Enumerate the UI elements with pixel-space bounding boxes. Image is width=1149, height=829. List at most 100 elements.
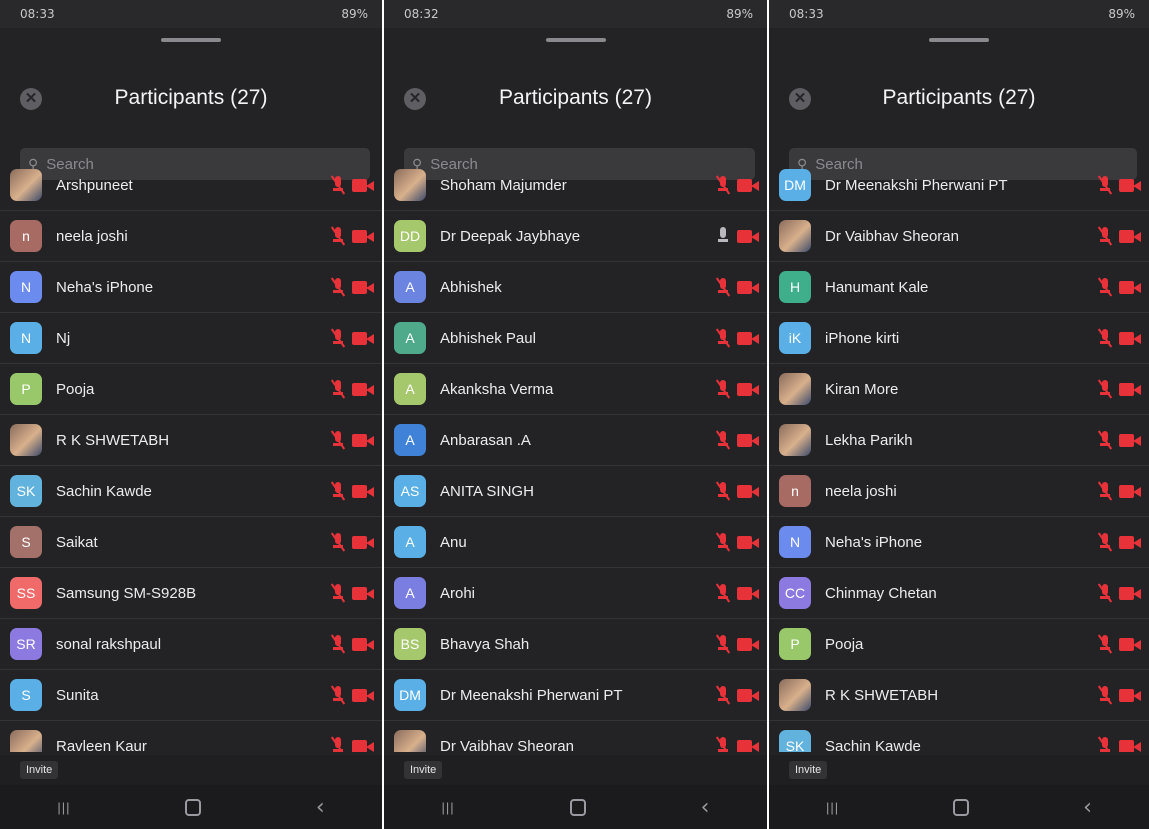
participant-row[interactable]: Dr Vaibhav Sheoran bbox=[384, 721, 767, 752]
video-off-icon[interactable] bbox=[352, 637, 374, 651]
mic-muted-icon[interactable] bbox=[715, 379, 731, 399]
mic-muted-icon[interactable] bbox=[330, 685, 346, 705]
video-off-icon[interactable] bbox=[1119, 280, 1141, 294]
mic-muted-icon[interactable] bbox=[715, 685, 731, 705]
video-off-icon[interactable] bbox=[737, 688, 759, 702]
back-icon[interactable]: ‹ bbox=[1083, 795, 1092, 820]
participant-row[interactable]: Ravleen Kaur bbox=[0, 721, 382, 752]
video-off-icon[interactable] bbox=[1119, 586, 1141, 600]
mic-muted-icon[interactable] bbox=[1097, 634, 1113, 654]
participant-row[interactable]: BS Bhavya Shah bbox=[384, 619, 767, 670]
participant-row[interactable]: Kiran More bbox=[769, 364, 1149, 415]
mic-muted-icon[interactable] bbox=[330, 175, 346, 195]
participant-row[interactable]: A Anbarasan .A bbox=[384, 415, 767, 466]
video-off-icon[interactable] bbox=[352, 586, 374, 600]
participant-row[interactable]: N Neha's iPhone bbox=[0, 262, 382, 313]
back-icon[interactable]: ‹ bbox=[701, 795, 710, 820]
home-icon[interactable] bbox=[953, 798, 970, 816]
video-off-icon[interactable] bbox=[737, 535, 759, 549]
mic-muted-icon[interactable] bbox=[715, 583, 731, 603]
mic-muted-icon[interactable] bbox=[1097, 226, 1113, 246]
participant-row[interactable]: P Pooja bbox=[0, 364, 382, 415]
mic-muted-icon[interactable] bbox=[715, 736, 731, 752]
video-off-icon[interactable] bbox=[1119, 535, 1141, 549]
participant-row[interactable]: SK Sachin Kawde bbox=[0, 466, 382, 517]
video-off-icon[interactable] bbox=[352, 535, 374, 549]
mic-muted-icon[interactable] bbox=[330, 226, 346, 246]
recent-apps-icon[interactable]: ||| bbox=[57, 800, 70, 815]
video-off-icon[interactable] bbox=[352, 688, 374, 702]
participant-row[interactable]: CC Chinmay Chetan bbox=[769, 568, 1149, 619]
recent-apps-icon[interactable]: ||| bbox=[826, 800, 839, 815]
video-off-icon[interactable] bbox=[737, 586, 759, 600]
participant-row[interactable]: iK iPhone kirti bbox=[769, 313, 1149, 364]
participant-row[interactable]: Dr Vaibhav Sheoran bbox=[769, 211, 1149, 262]
mic-muted-icon[interactable] bbox=[715, 634, 731, 654]
participant-row[interactable]: SS Samsung SM-S928B bbox=[0, 568, 382, 619]
participant-row[interactable]: A Arohi bbox=[384, 568, 767, 619]
mic-muted-icon[interactable] bbox=[1097, 481, 1113, 501]
home-icon[interactable] bbox=[185, 798, 202, 816]
mic-muted-icon[interactable] bbox=[715, 481, 731, 501]
video-off-icon[interactable] bbox=[1119, 331, 1141, 345]
mic-muted-icon[interactable] bbox=[330, 736, 346, 752]
participant-row[interactable]: SK Sachin Kawde bbox=[769, 721, 1149, 752]
mic-muted-icon[interactable] bbox=[1097, 583, 1113, 603]
video-off-icon[interactable] bbox=[737, 433, 759, 447]
back-icon[interactable]: ‹ bbox=[316, 795, 325, 820]
mic-muted-icon[interactable] bbox=[715, 175, 731, 195]
video-off-icon[interactable] bbox=[352, 433, 374, 447]
participant-row[interactable]: R K SHWETABH bbox=[0, 415, 382, 466]
mic-muted-icon[interactable] bbox=[1097, 736, 1113, 752]
participant-row[interactable]: P Pooja bbox=[769, 619, 1149, 670]
mic-muted-icon[interactable] bbox=[330, 379, 346, 399]
video-off-icon[interactable] bbox=[352, 382, 374, 396]
mic-muted-icon[interactable] bbox=[715, 532, 731, 552]
mic-muted-icon[interactable] bbox=[1097, 430, 1113, 450]
video-off-icon[interactable] bbox=[1119, 229, 1141, 243]
video-off-icon[interactable] bbox=[352, 280, 374, 294]
invite-button[interactable]: Invite bbox=[20, 761, 59, 779]
video-off-icon[interactable] bbox=[1119, 688, 1141, 702]
participant-row[interactable]: R K SHWETABH bbox=[769, 670, 1149, 721]
video-off-icon[interactable] bbox=[352, 739, 374, 752]
participant-row[interactable]: A Abhishek bbox=[384, 262, 767, 313]
video-off-icon[interactable] bbox=[352, 178, 374, 192]
participant-row[interactable]: A Akanksha Verma bbox=[384, 364, 767, 415]
mic-muted-icon[interactable] bbox=[1097, 685, 1113, 705]
video-off-icon[interactable] bbox=[737, 637, 759, 651]
mic-muted-icon[interactable] bbox=[715, 430, 731, 450]
video-off-icon[interactable] bbox=[1119, 178, 1141, 192]
mic-muted-icon[interactable] bbox=[1097, 277, 1113, 297]
participant-row[interactable]: Arshpuneet bbox=[0, 160, 382, 211]
participant-row[interactable]: A Anu bbox=[384, 517, 767, 568]
mic-muted-icon[interactable] bbox=[715, 328, 731, 348]
participant-row[interactable]: DM Dr Meenakshi Pherwani PT bbox=[769, 160, 1149, 211]
mic-muted-icon[interactable] bbox=[330, 634, 346, 654]
video-off-icon[interactable] bbox=[1119, 739, 1141, 752]
participant-list[interactable]: Shoham Majumder DD Dr Deepak Jaybhaye A Abhi… bbox=[384, 160, 767, 752]
video-off-icon[interactable] bbox=[352, 229, 374, 243]
mic-icon[interactable] bbox=[717, 227, 729, 245]
mic-muted-icon[interactable] bbox=[715, 277, 731, 297]
participant-row[interactable]: A Abhishek Paul bbox=[384, 313, 767, 364]
participant-list[interactable]: Arshpuneet n neela joshi N Neha's iPhone N Nj P… bbox=[0, 160, 382, 752]
participant-row[interactable]: Lekha Parikh bbox=[769, 415, 1149, 466]
mic-muted-icon[interactable] bbox=[1097, 532, 1113, 552]
mic-muted-icon[interactable] bbox=[330, 481, 346, 501]
participant-list[interactable]: DM Dr Meenakshi Pherwani PT Dr Vaibhav She… bbox=[769, 160, 1149, 752]
video-off-icon[interactable] bbox=[1119, 382, 1141, 396]
mic-muted-icon[interactable] bbox=[1097, 175, 1113, 195]
participant-row[interactable]: n neela joshi bbox=[769, 466, 1149, 517]
mic-muted-icon[interactable] bbox=[330, 328, 346, 348]
video-off-icon[interactable] bbox=[352, 331, 374, 345]
participant-row[interactable]: AS ANITA SINGH bbox=[384, 466, 767, 517]
mic-muted-icon[interactable] bbox=[1097, 379, 1113, 399]
participant-row[interactable]: n neela joshi bbox=[0, 211, 382, 262]
mic-muted-icon[interactable] bbox=[330, 583, 346, 603]
video-off-icon[interactable] bbox=[1119, 433, 1141, 447]
participant-row[interactable]: S Sunita bbox=[0, 670, 382, 721]
mic-muted-icon[interactable] bbox=[330, 532, 346, 552]
mic-muted-icon[interactable] bbox=[330, 277, 346, 297]
video-off-icon[interactable] bbox=[1119, 637, 1141, 651]
